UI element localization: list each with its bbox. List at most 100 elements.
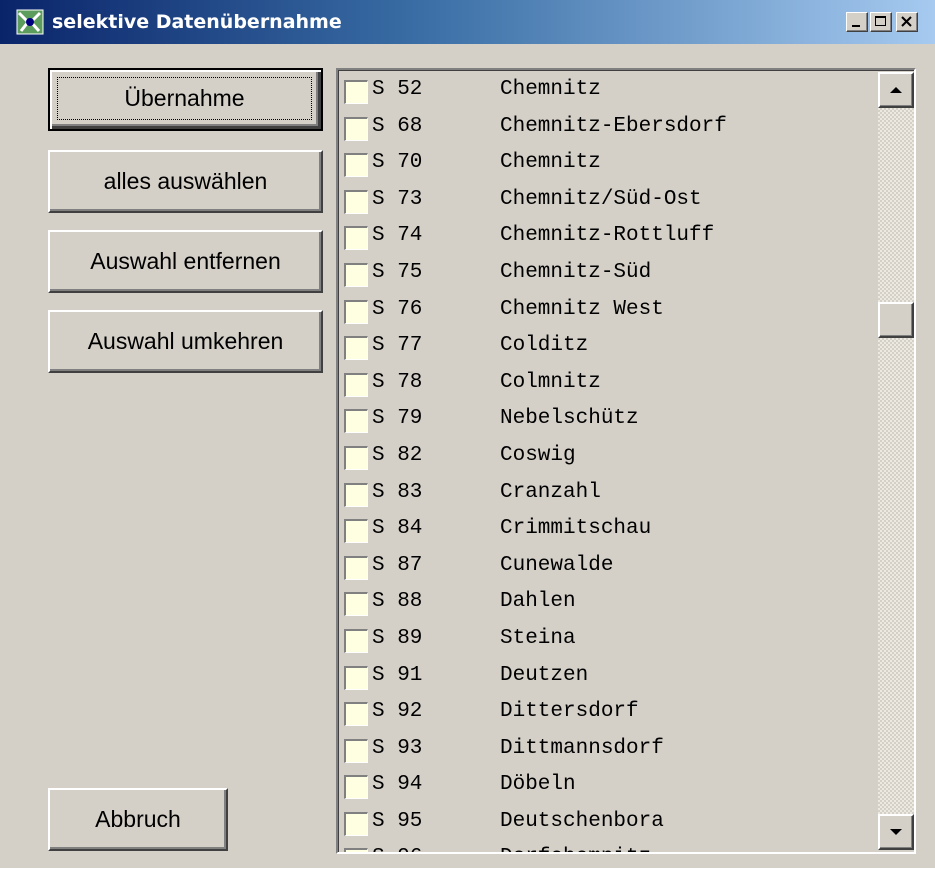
station-name: Chemnitz	[500, 78, 601, 101]
list-item[interactable]: S 82 Coswig	[342, 439, 878, 476]
checkbox[interactable]	[344, 482, 368, 507]
list-item[interactable]: S 68 Chemnitz-Ebersdorf	[342, 110, 878, 147]
list-item[interactable]: S 89 Steina	[342, 622, 878, 659]
clear-selection-label: Auswahl entfernen	[90, 248, 281, 274]
invert-selection-button[interactable]: Auswahl umkehren	[48, 310, 323, 373]
minimize-button[interactable]	[846, 12, 868, 32]
checkbox[interactable]	[344, 665, 368, 690]
scroll-up-button[interactable]	[878, 72, 914, 108]
station-code: S 93	[372, 736, 423, 760]
checkbox[interactable]	[344, 775, 368, 800]
checkbox[interactable]	[344, 628, 368, 653]
list-item[interactable]: S 79 Nebelschütz	[342, 402, 878, 439]
station-code: S 92	[372, 700, 423, 724]
checkbox[interactable]	[344, 592, 368, 617]
station-code: S 77	[372, 334, 423, 358]
list-item[interactable]: S 93 Dittmannsdorf	[342, 732, 878, 769]
scroll-down-button[interactable]	[878, 814, 914, 850]
station-code: S 83	[372, 480, 423, 504]
station-name: Nebelschütz	[500, 407, 639, 431]
station-name: Cranzahl	[500, 480, 601, 504]
station-name: Chemnitz-Rottluff	[500, 224, 715, 248]
station-name: Colmnitz	[500, 370, 601, 394]
list-item[interactable]: S 75 Chemnitz-Süd	[342, 256, 878, 293]
station-name: Dittmannsdorf	[500, 736, 664, 760]
invert-selection-label: Auswahl umkehren	[87, 328, 284, 354]
maximize-button[interactable]	[870, 12, 892, 32]
list-item[interactable]: S 74 Chemnitz-Rottluff	[342, 219, 878, 256]
checkbox[interactable]	[344, 116, 368, 141]
station-code: S 68	[372, 114, 423, 138]
station-name: Dittersdorf	[500, 700, 639, 724]
dialog-window: selektive Datenübernahme Übernahme alles…	[0, 0, 935, 868]
checkbox[interactable]	[344, 811, 368, 836]
checkbox[interactable]	[344, 445, 368, 470]
list-item[interactable]: S 76 Chemnitz West	[342, 293, 878, 330]
station-list[interactable]: S 52 Chemnitz S 68 Chemnitz-Ebersdorf S 70 Ch…	[342, 73, 878, 852]
list-item[interactable]: S 95 Deutschenbora	[342, 805, 878, 842]
station-name: Deutschenbora	[500, 809, 664, 833]
station-code: S 95	[372, 809, 423, 833]
close-button[interactable]	[896, 12, 918, 32]
checkbox[interactable]	[344, 153, 368, 178]
checkbox[interactable]	[344, 262, 368, 287]
list-item[interactable]: S 52 Chemnitz	[342, 73, 878, 110]
checkbox[interactable]	[344, 738, 368, 763]
station-name: Colditz	[500, 334, 589, 358]
checkbox[interactable]	[344, 519, 368, 544]
checkbox[interactable]	[344, 409, 368, 434]
checkbox[interactable]	[344, 80, 368, 104]
minimize-icon	[852, 25, 860, 27]
station-name: Deutzen	[500, 663, 589, 687]
station-code: S 89	[372, 626, 423, 650]
maximize-icon	[875, 16, 886, 26]
station-code: S 82	[372, 443, 423, 467]
list-item[interactable]: S 70 Chemnitz	[342, 146, 878, 183]
list-item[interactable]: S 92 Dittersdorf	[342, 695, 878, 732]
uebernahme-label: Übernahme	[124, 85, 245, 111]
cancel-button[interactable]: Abbruch	[48, 788, 228, 851]
station-name: Dorfchemnitz	[500, 846, 651, 852]
list-item[interactable]: S 73 Chemnitz/Süd-Ost	[342, 183, 878, 220]
focus-ring: Übernahme	[57, 77, 312, 120]
list-item[interactable]: S 96 Dorfchemnitz	[342, 841, 878, 852]
station-code: S 88	[372, 590, 423, 614]
station-checklist[interactable]: S 52 Chemnitz S 68 Chemnitz-Ebersdorf S 70 Ch…	[336, 68, 916, 854]
station-code: S 74	[372, 224, 423, 248]
station-code: S 79	[372, 407, 423, 431]
station-code: S 91	[372, 663, 423, 687]
list-item[interactable]: S 91 Deutzen	[342, 659, 878, 696]
station-name: Dahlen	[500, 590, 576, 614]
select-all-button[interactable]: alles auswählen	[48, 150, 323, 213]
list-item[interactable]: S 94 Döbeln	[342, 768, 878, 805]
scrollbar-thumb[interactable]	[878, 302, 914, 338]
station-name: Chemnitz-Süd	[500, 260, 652, 284]
list-item[interactable]: S 78 Colmnitz	[342, 366, 878, 403]
list-item[interactable]: S 84 Crimmitschau	[342, 512, 878, 549]
list-item[interactable]: S 87 Cunewalde	[342, 549, 878, 586]
list-item[interactable]: S 88 Dahlen	[342, 585, 878, 622]
vertical-scrollbar[interactable]	[878, 72, 914, 850]
checkbox[interactable]	[344, 702, 368, 727]
station-code: S 75	[372, 260, 423, 284]
list-item[interactable]: S 83 Cranzahl	[342, 476, 878, 513]
station-name: Cunewalde	[500, 553, 614, 577]
checkbox[interactable]	[344, 372, 368, 397]
clear-selection-button[interactable]: Auswahl entfernen	[48, 230, 323, 293]
title-bar[interactable]: selektive Datenübernahme	[0, 0, 935, 44]
select-all-label: alles auswählen	[103, 168, 268, 194]
uebernahme-button[interactable]: Übernahme	[48, 68, 323, 131]
station-name: Coswig	[500, 443, 576, 467]
checkbox[interactable]	[344, 226, 368, 251]
station-code: S 76	[372, 297, 423, 321]
window-title: selektive Datenübernahme	[52, 11, 342, 33]
checkbox[interactable]	[344, 299, 368, 324]
checkbox[interactable]	[344, 336, 368, 361]
arrow-down-icon	[890, 829, 902, 835]
app-logo-icon[interactable]	[16, 9, 44, 35]
checkbox[interactable]	[344, 555, 368, 580]
checkbox[interactable]	[344, 189, 368, 214]
checkbox[interactable]	[344, 848, 368, 852]
list-item[interactable]: S 77 Colditz	[342, 329, 878, 366]
station-name: Chemnitz	[500, 151, 601, 175]
